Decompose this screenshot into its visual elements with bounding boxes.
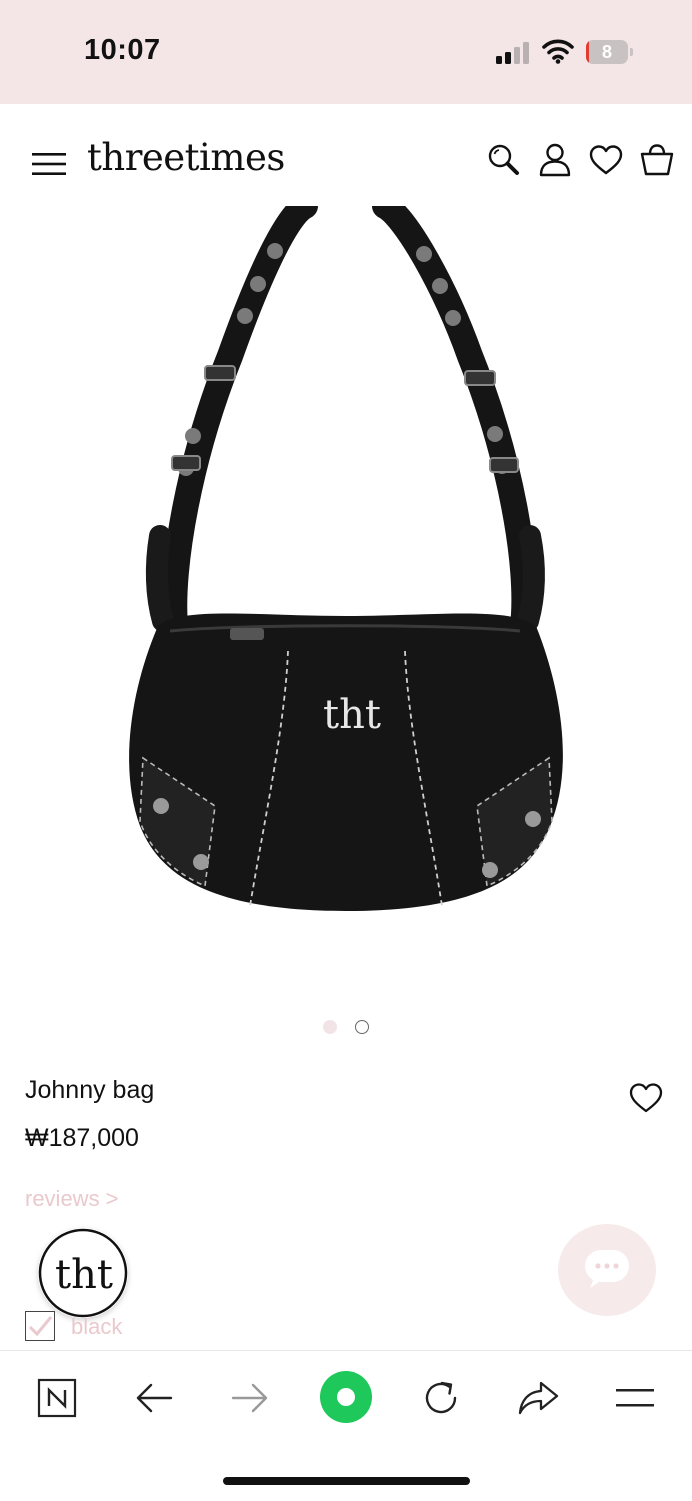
bag-logo: tht — [323, 692, 381, 738]
wishlist-heart-icon[interactable] — [628, 1082, 664, 1114]
wifi-icon — [542, 39, 574, 64]
wishlist-icon[interactable] — [588, 142, 624, 178]
browser-toolbar — [0, 1350, 692, 1501]
option-label[interactable]: black — [71, 1314, 122, 1340]
carousel-dot-2[interactable] — [355, 1020, 369, 1034]
product-image[interactable]: tht — [0, 206, 692, 1006]
menu-icon[interactable] — [32, 152, 66, 176]
status-bar: 10:07 8 — [0, 0, 692, 104]
carousel-indicator — [0, 1020, 692, 1036]
battery-indicator: 8 — [586, 40, 634, 64]
brand-logo[interactable]: threetimes — [87, 136, 285, 179]
product-name: Johnny bag — [25, 1076, 155, 1104]
chat-bubble-icon — [585, 1250, 629, 1288]
account-icon[interactable] — [537, 142, 573, 178]
carousel-dot-1[interactable] — [323, 1020, 337, 1034]
brand-badge-text: tht — [55, 1252, 113, 1298]
option-checkbox[interactable] — [25, 1311, 55, 1341]
forward-arrow-icon[interactable] — [225, 1373, 275, 1423]
cart-icon[interactable] — [639, 142, 675, 178]
browser-menu-icon[interactable] — [610, 1373, 660, 1423]
home-indicator[interactable] — [223, 1477, 470, 1485]
status-time: 10:07 — [84, 34, 161, 66]
cellular-signal-icon — [496, 42, 529, 64]
reviews-link[interactable]: reviews > — [25, 1186, 119, 1212]
battery-icon: 8 — [586, 40, 628, 64]
back-arrow-icon[interactable] — [129, 1373, 179, 1423]
share-icon[interactable] — [513, 1373, 563, 1423]
reload-icon[interactable] — [416, 1373, 466, 1423]
site-header: threetimes — [0, 104, 692, 208]
checkmark-icon — [28, 1316, 53, 1337]
product-price: ₩187,000 — [25, 1124, 139, 1152]
battery-cap — [630, 48, 633, 56]
naver-n-icon[interactable] — [32, 1373, 82, 1423]
battery-level: 8 — [601, 42, 612, 62]
brand-badge-logo-icon: tht — [38, 1228, 128, 1318]
green-home-icon[interactable] — [318, 1369, 374, 1425]
chat-button[interactable] — [558, 1224, 656, 1316]
search-icon[interactable] — [486, 142, 522, 178]
brand-badge[interactable]: tht — [38, 1228, 128, 1318]
